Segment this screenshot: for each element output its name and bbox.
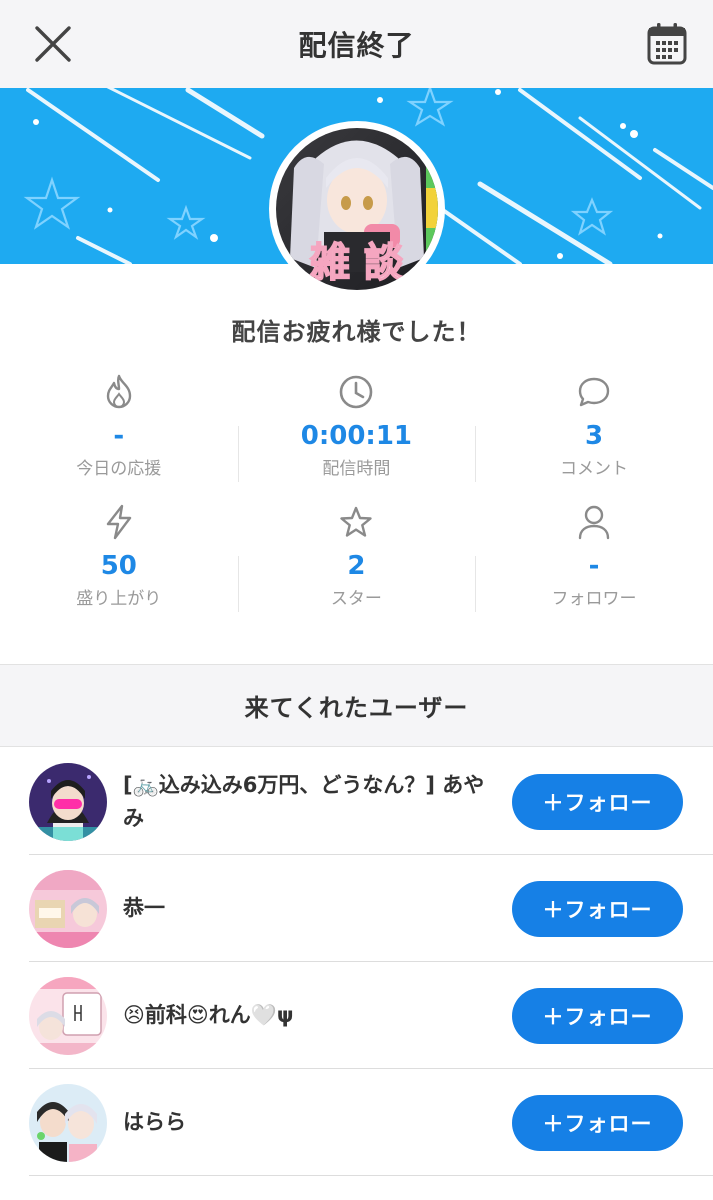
visitors-section-title: 来てくれたユーザー	[0, 664, 713, 747]
list-item: [🚲込み込み6万円、どうなん？] あやみ ＋フォロー	[0, 748, 713, 855]
stream-stats: - 今日の応援 0:00:11 配信時間 3 コメント 50 盛り上がり 2 ス…	[0, 370, 713, 630]
visitor-name: 😣前科😍れん🤍ψ	[123, 1003, 294, 1027]
visitor-name: はらら	[123, 1110, 186, 1134]
streamer-avatar: 雑 談	[269, 121, 445, 297]
comment-icon	[578, 377, 610, 407]
stat-label: 配信時間	[322, 459, 391, 479]
stat-stream-time: 0:00:11 配信時間	[237, 370, 476, 500]
stat-value: 3	[584, 421, 604, 451]
calendar-button[interactable]	[643, 20, 691, 68]
visitor-list: [🚲込み込み6万円、どうなん？] あやみ ＋フォロー 恭一 ＋フォロー 😣前科😍…	[0, 748, 713, 1176]
stat-label: コメント	[559, 459, 628, 479]
svg-text:雑 談: 雑 談	[309, 240, 404, 286]
stat-label: 盛り上がり	[76, 589, 162, 609]
visitor-name: 恭一	[123, 896, 165, 920]
person-icon	[578, 505, 610, 540]
stat-label: フォロワー	[551, 589, 637, 609]
star-icon	[340, 506, 373, 537]
stat-label: スター	[330, 589, 382, 609]
header-bar: 配信終了	[0, 0, 713, 88]
stat-value: 2	[347, 551, 366, 581]
avatar[interactable]	[29, 976, 107, 1055]
follow-button[interactable]: ＋フォロー	[512, 987, 683, 1044]
close-icon	[35, 26, 71, 62]
list-item: はらら ＋フォロー	[0, 1069, 713, 1176]
flame-icon	[106, 374, 131, 409]
stat-comments: 3 コメント	[475, 370, 713, 500]
stat-value: -	[588, 551, 600, 581]
visitor-name: [🚲込み込み6万円、どうなん？] あやみ	[123, 772, 485, 830]
stat-stars: 2 スター	[237, 500, 476, 630]
stat-excitement: 50 盛り上がり	[0, 500, 238, 630]
avatar[interactable]	[29, 1083, 107, 1162]
clock-icon	[340, 375, 373, 409]
stat-followers: - フォロワー	[475, 500, 713, 630]
stat-cheer-today: - 今日の応援	[0, 370, 238, 500]
close-button[interactable]	[29, 20, 77, 68]
avatar[interactable]	[29, 869, 107, 948]
stream-finished-message: 配信お疲れ様でした！	[231, 318, 482, 346]
stat-value: 0:00:11	[300, 421, 413, 451]
stat-value: 50	[100, 551, 137, 581]
follow-button[interactable]: ＋フォロー	[512, 1094, 683, 1151]
page-title: 配信終了	[298, 29, 415, 62]
follow-button[interactable]: ＋フォロー	[512, 773, 683, 830]
list-item: 恭一 ＋フォロー	[0, 855, 713, 962]
list-item: 😣前科😍れん🤍ψ ＋フォロー	[0, 962, 713, 1069]
avatar[interactable]	[29, 762, 107, 841]
streamer-avatar-image: 雑 談	[276, 128, 438, 290]
stat-value: -	[113, 421, 125, 451]
follow-button[interactable]: ＋フォロー	[512, 880, 683, 937]
calendar-icon	[647, 23, 687, 65]
stat-label: 今日の応援	[76, 459, 162, 479]
lightning-icon	[106, 504, 131, 540]
